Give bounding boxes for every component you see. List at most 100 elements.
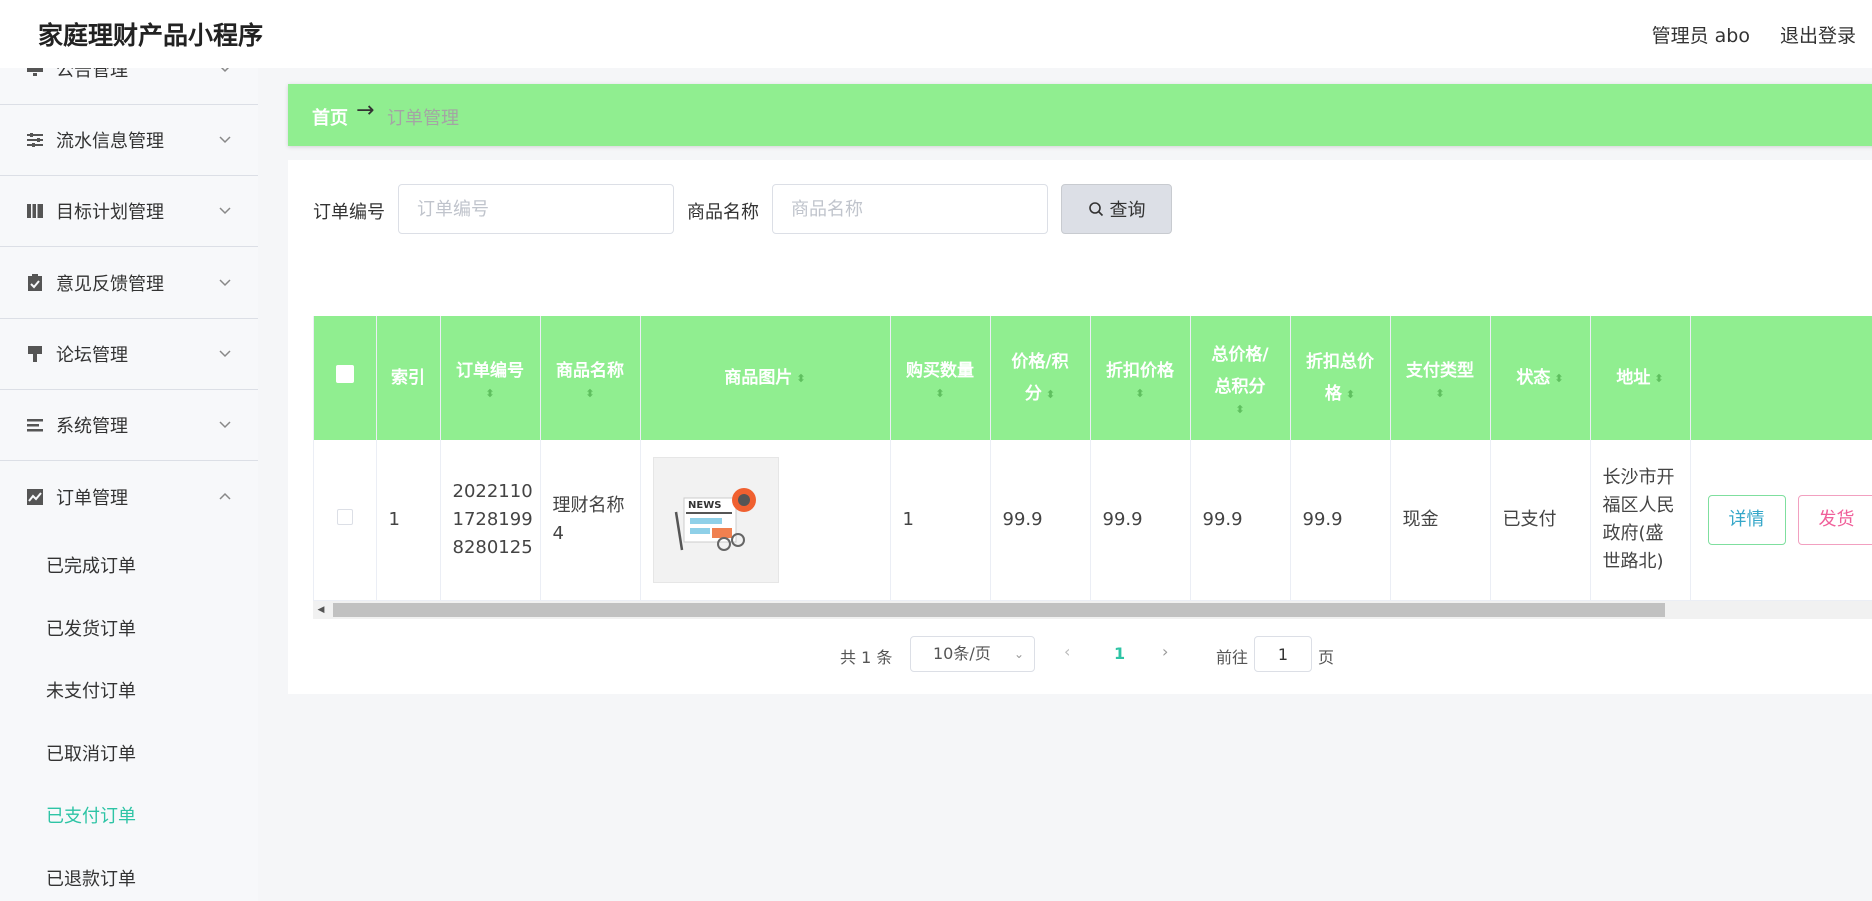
svg-text:NEWS: NEWS	[688, 500, 721, 511]
monitor-icon	[27, 68, 43, 76]
submenu-refunded-orders[interactable]: 已退款订单	[46, 865, 136, 891]
sort-icon[interactable]: ⬍	[447, 387, 534, 401]
detail-button[interactable]: 详情	[1707, 494, 1786, 545]
news-icon: NEWS	[674, 487, 756, 551]
col-address[interactable]: 地址 ⬍	[1590, 316, 1691, 440]
next-page-icon[interactable]: ›	[1162, 642, 1168, 661]
chevron-down-icon	[219, 279, 231, 287]
sort-icon[interactable]: ⬍	[1046, 389, 1055, 400]
search-button[interactable]: 查询	[1061, 184, 1172, 234]
chevron-down-icon	[219, 421, 231, 429]
submenu-completed-orders[interactable]: 已完成订单	[46, 552, 136, 578]
pagination-total: 共 1 条	[840, 648, 893, 667]
user-name[interactable]: 管理员 abo	[1652, 21, 1750, 48]
col-product-image[interactable]: 商品图片 ⬍	[640, 316, 891, 440]
product-name-input[interactable]	[772, 184, 1048, 234]
submenu-shipped-orders[interactable]: 已发货订单	[46, 615, 136, 641]
col-product-name[interactable]: 商品名称 ⬍	[540, 316, 641, 440]
sort-icon[interactable]: ⬍	[1654, 373, 1663, 384]
cell-quantity: 1	[890, 440, 991, 601]
logout-button[interactable]: 退出登录	[1780, 21, 1856, 48]
col-discount-price[interactable]: 折扣价格 ⬍	[1090, 316, 1191, 440]
col-status[interactable]: 状态 ⬍	[1490, 316, 1591, 440]
sort-icon[interactable]: ⬍	[1397, 387, 1484, 401]
cell-price: 99.9	[990, 440, 1091, 601]
breadcrumb-current: 订单管理	[387, 108, 459, 129]
product-image[interactable]: NEWS	[652, 456, 779, 583]
col-pay-type[interactable]: 支付类型 ⬍	[1390, 316, 1491, 440]
scrollbar-thumb[interactable]	[333, 603, 1665, 617]
order-no-label: 订单编号	[313, 202, 385, 223]
sidebar-item-label: 订单管理	[56, 487, 128, 509]
prev-page-icon[interactable]: ‹	[1064, 642, 1070, 661]
orders-table: 索引 订单编号 ⬍ 商品名称 ⬍ 商品图片 ⬍ 购买数量 ⬍ 价格/积分 ⬍ 折扣价格 ⬍ …	[313, 316, 1872, 619]
search-icon	[1088, 202, 1103, 217]
chart-icon	[27, 488, 43, 505]
col-price[interactable]: 价格/积分 ⬍	[990, 316, 1091, 440]
breadcrumb-home[interactable]: 首页	[312, 104, 348, 130]
sort-icon[interactable]: ⬍	[547, 387, 634, 401]
sort-icon[interactable]: ⬍	[1097, 387, 1184, 401]
sidebar-item-label: 论坛管理	[56, 345, 128, 366]
cell-product-image: NEWS	[640, 440, 891, 601]
page-number[interactable]: 1	[1114, 644, 1125, 663]
col-discount-total[interactable]: 折扣总价格 ⬍	[1290, 316, 1391, 440]
cell-actions: 详情 发货	[1690, 440, 1872, 601]
sort-icon[interactable]: ⬍	[1346, 389, 1355, 400]
sidebar-item-goal[interactable]: 目标计划管理	[0, 176, 258, 247]
select-all-checkbox[interactable]	[335, 365, 354, 383]
row-select-cell	[314, 440, 377, 601]
col-actions	[1690, 316, 1872, 440]
cell-pay-type: 现金	[1390, 440, 1491, 601]
breadcrumb: 首页 → 订单管理	[288, 84, 1872, 146]
chevron-down-icon	[220, 68, 230, 73]
chevron-down-icon	[219, 207, 231, 215]
sort-icon[interactable]: ⬍	[1554, 373, 1563, 384]
submenu-cancelled-orders[interactable]: 已取消订单	[46, 740, 136, 766]
user-area: 管理员 abo 退出登录	[1652, 21, 1856, 48]
sidebar-item-label: 意见反馈管理	[56, 274, 164, 295]
goto-page-input[interactable]	[1254, 636, 1312, 672]
cell-status: 已支付	[1490, 440, 1591, 601]
app-title: 家庭理财产品小程序	[38, 21, 264, 50]
sidebar-item-feedback[interactable]: 意见反馈管理	[0, 248, 258, 319]
ship-button[interactable]: 发货	[1797, 494, 1872, 545]
order-no-input[interactable]	[398, 184, 674, 234]
sidebar-item-label: 系统管理	[56, 416, 128, 437]
submenu-unpaid-orders[interactable]: 未支付订单	[46, 677, 136, 703]
sidebar: 公告管理 流水信息管理 目标计划管理 意见反馈管理 论坛管理 系统管理 订单管理…	[0, 68, 258, 901]
page-size-select[interactable]: 10条/页 ⌄	[910, 636, 1035, 672]
cell-product-name: 理财名称 4	[540, 440, 641, 601]
horizontal-scrollbar[interactable]: ◀ ▶	[313, 601, 1872, 619]
goto-label: 前往	[1216, 648, 1249, 667]
cell-discount-price: 99.9	[1090, 440, 1191, 601]
table-row: 1 2022110 1728199 8280125 理财名称 4 NEWS 1 …	[314, 440, 1872, 601]
clipboard-check-icon	[28, 274, 42, 291]
sidebar-item-system[interactable]: 系统管理	[0, 390, 258, 461]
cell-address: 长沙市开 福区人民 政府(盛 世路北)	[1590, 440, 1691, 601]
sidebar-item-label: 流水信息管理	[56, 131, 164, 152]
col-total[interactable]: 总价格/总积分 ⬍	[1190, 316, 1291, 440]
pagination: 共 1 条 10条/页 ⌄ ‹ 1 › 前往 页	[288, 636, 1872, 672]
sort-icon[interactable]: ⬍	[796, 373, 805, 384]
col-index: 索引	[376, 316, 441, 440]
book-icon	[27, 204, 43, 218]
cell-total: 99.9	[1190, 440, 1291, 601]
sort-icon[interactable]: ⬍	[1197, 403, 1284, 417]
col-order-no[interactable]: 订单编号 ⬍	[440, 316, 541, 440]
sidebar-item-orders[interactable]: 订单管理	[0, 461, 258, 532]
sidebar-item-flow[interactable]: 流水信息管理	[0, 105, 258, 176]
sidebar-item-notice[interactable]: 公告管理	[0, 68, 258, 105]
cell-order-no: 2022110 1728199 8280125	[440, 440, 541, 601]
sidebar-item-forum[interactable]: 论坛管理	[0, 319, 258, 390]
sort-icon[interactable]: ⬍	[897, 387, 984, 401]
scroll-left-icon[interactable]: ◀	[313, 601, 329, 619]
row-checkbox[interactable]	[336, 508, 353, 525]
list-icon	[27, 419, 43, 432]
col-quantity[interactable]: 购买数量 ⬍	[890, 316, 991, 440]
brush-icon	[28, 346, 42, 362]
product-name-label: 商品名称	[687, 202, 759, 223]
sidebar-item-label: 目标计划管理	[56, 202, 164, 223]
arrow-right-icon: →	[356, 98, 375, 123]
submenu-paid-orders[interactable]: 已支付订单	[46, 802, 136, 828]
